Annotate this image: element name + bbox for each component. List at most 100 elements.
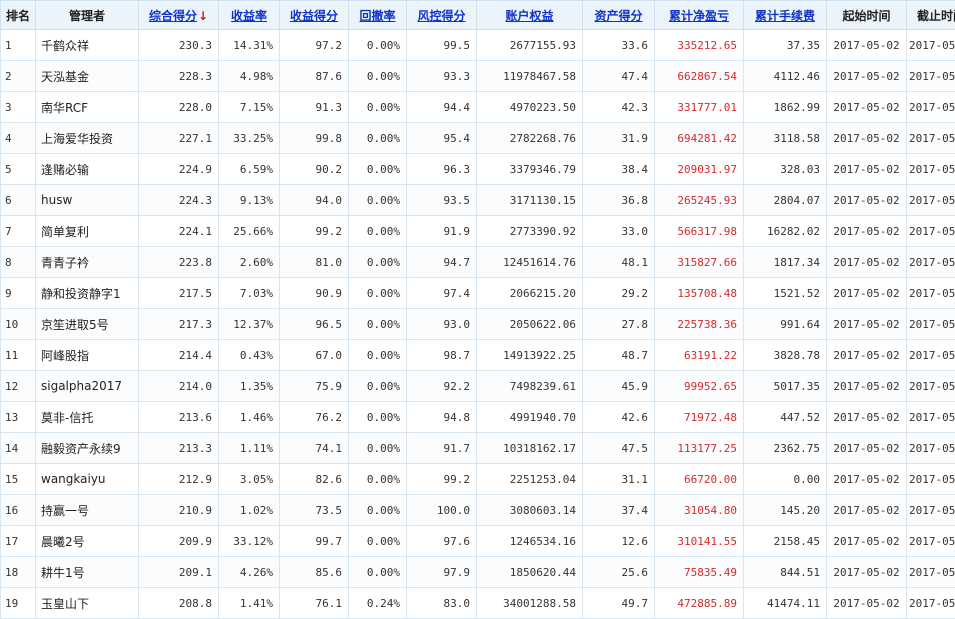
return-rate: 3.05% — [219, 464, 280, 495]
return-score: 73.5 — [280, 495, 349, 526]
net-pl: 209031.97 — [655, 154, 744, 185]
return-rate: 1.46% — [219, 402, 280, 433]
start-date: 2017-05-02 — [827, 154, 907, 185]
asset-score: 47.4 — [583, 61, 655, 92]
asset-score: 36.8 — [583, 185, 655, 216]
return-rate: 2.60% — [219, 247, 280, 278]
manager-name: 融毅资产永续9 — [36, 433, 139, 464]
return-score: 74.1 — [280, 433, 349, 464]
start-date: 2017-05-02 — [827, 557, 907, 588]
asset-score: 48.1 — [583, 247, 655, 278]
return-rate: 25.66% — [219, 216, 280, 247]
risk-score: 91.9 — [407, 216, 477, 247]
header-return-score[interactable]: 收益得分 — [280, 1, 349, 30]
start-date: 2017-05-02 — [827, 92, 907, 123]
return-score: 85.6 — [280, 557, 349, 588]
start-date: 2017-05-02 — [827, 30, 907, 61]
return-score: 99.2 — [280, 216, 349, 247]
net-pl: 66720.00 — [655, 464, 744, 495]
return-rate: 4.26% — [219, 557, 280, 588]
start-date: 2017-05-02 — [827, 402, 907, 433]
rank-cell: 13 — [1, 402, 36, 433]
end-date: 2017-05-04 — [907, 309, 955, 340]
composite-score: 210.9 — [139, 495, 219, 526]
end-date: 2017-05-04 — [907, 92, 955, 123]
composite-score: 217.5 — [139, 278, 219, 309]
net-pl: 315827.66 — [655, 247, 744, 278]
start-date: 2017-05-02 — [827, 61, 907, 92]
drawdown-rate: 0.00% — [349, 216, 407, 247]
header-risk-score[interactable]: 风控得分 — [407, 1, 477, 30]
header-fees[interactable]: 累计手续费 — [744, 1, 827, 30]
return-rate: 12.37% — [219, 309, 280, 340]
account-equity: 3379346.79 — [477, 154, 583, 185]
risk-score: 93.3 — [407, 61, 477, 92]
fees: 4112.46 — [744, 61, 827, 92]
rank-cell: 2 — [1, 61, 36, 92]
table-row: 9静和投资静字1217.57.03%90.90.00%97.42066215.2… — [1, 278, 955, 309]
rank-cell: 3 — [1, 92, 36, 123]
table-row: 13莫非-信托213.61.46%76.20.00%94.84991940.70… — [1, 402, 955, 433]
return-rate: 1.41% — [219, 588, 280, 619]
fees: 991.64 — [744, 309, 827, 340]
end-date: 2017-05-04 — [907, 216, 955, 247]
risk-score: 98.7 — [407, 340, 477, 371]
fees: 37.35 — [744, 30, 827, 61]
return-score: 67.0 — [280, 340, 349, 371]
manager-name: 简单复利 — [36, 216, 139, 247]
manager-name: 静和投资静字1 — [36, 278, 139, 309]
account-equity: 12451614.76 — [477, 247, 583, 278]
table-row: 3南华RCF228.07.15%91.30.00%94.44970223.504… — [1, 92, 955, 123]
risk-score: 91.7 — [407, 433, 477, 464]
net-pl: 331777.01 — [655, 92, 744, 123]
start-date: 2017-05-02 — [827, 495, 907, 526]
return-rate: 0.43% — [219, 340, 280, 371]
header-composite-score-label: 综合得分 — [149, 9, 197, 23]
fees: 5017.35 — [744, 371, 827, 402]
account-equity: 2782268.76 — [477, 123, 583, 154]
rank-cell: 14 — [1, 433, 36, 464]
table-row: 5逢赌必输224.96.59%90.20.00%96.33379346.7938… — [1, 154, 955, 185]
risk-score: 97.6 — [407, 526, 477, 557]
net-pl: 113177.25 — [655, 433, 744, 464]
risk-score: 100.0 — [407, 495, 477, 526]
rank-cell: 11 — [1, 340, 36, 371]
account-equity: 2050622.06 — [477, 309, 583, 340]
header-net-pl[interactable]: 累计净盈亏 — [655, 1, 744, 30]
rank-cell: 6 — [1, 185, 36, 216]
risk-score: 97.9 — [407, 557, 477, 588]
table-row: 17晨曦2号209.933.12%99.70.00%97.61246534.16… — [1, 526, 955, 557]
fees: 0.00 — [744, 464, 827, 495]
header-asset-score[interactable]: 资产得分 — [583, 1, 655, 30]
drawdown-rate: 0.00% — [349, 464, 407, 495]
table-row: 7简单复利224.125.66%99.20.00%91.92773390.923… — [1, 216, 955, 247]
end-date: 2017-05-04 — [907, 526, 955, 557]
return-score: 87.6 — [280, 61, 349, 92]
start-date: 2017-05-02 — [827, 340, 907, 371]
account-equity: 3080603.14 — [477, 495, 583, 526]
rank-cell: 9 — [1, 278, 36, 309]
account-equity: 2251253.04 — [477, 464, 583, 495]
account-equity: 34001288.58 — [477, 588, 583, 619]
drawdown-rate: 0.00% — [349, 340, 407, 371]
return-score: 97.2 — [280, 30, 349, 61]
header-composite-score[interactable]: 综合得分↓ — [139, 1, 219, 30]
table-row: 14融毅资产永续9213.31.11%74.10.00%91.710318162… — [1, 433, 955, 464]
fees: 1862.99 — [744, 92, 827, 123]
start-date: 2017-05-02 — [827, 371, 907, 402]
composite-score: 208.8 — [139, 588, 219, 619]
header-drawdown-rate[interactable]: 回撤率 — [349, 1, 407, 30]
asset-score: 25.6 — [583, 557, 655, 588]
return-rate: 33.25% — [219, 123, 280, 154]
header-account-equity[interactable]: 账户权益 — [477, 1, 583, 30]
manager-name: 青青子衿 — [36, 247, 139, 278]
rank-cell: 18 — [1, 557, 36, 588]
return-rate: 9.13% — [219, 185, 280, 216]
header-return-rate[interactable]: 收益率 — [219, 1, 280, 30]
fees: 16282.02 — [744, 216, 827, 247]
return-rate: 7.03% — [219, 278, 280, 309]
net-pl: 63191.22 — [655, 340, 744, 371]
net-pl: 335212.65 — [655, 30, 744, 61]
fees: 1817.34 — [744, 247, 827, 278]
leaderboard-table: 排名 管理者 综合得分↓ 收益率 收益得分 回撤率 风控得分 账户权益 资产得分… — [0, 0, 955, 619]
